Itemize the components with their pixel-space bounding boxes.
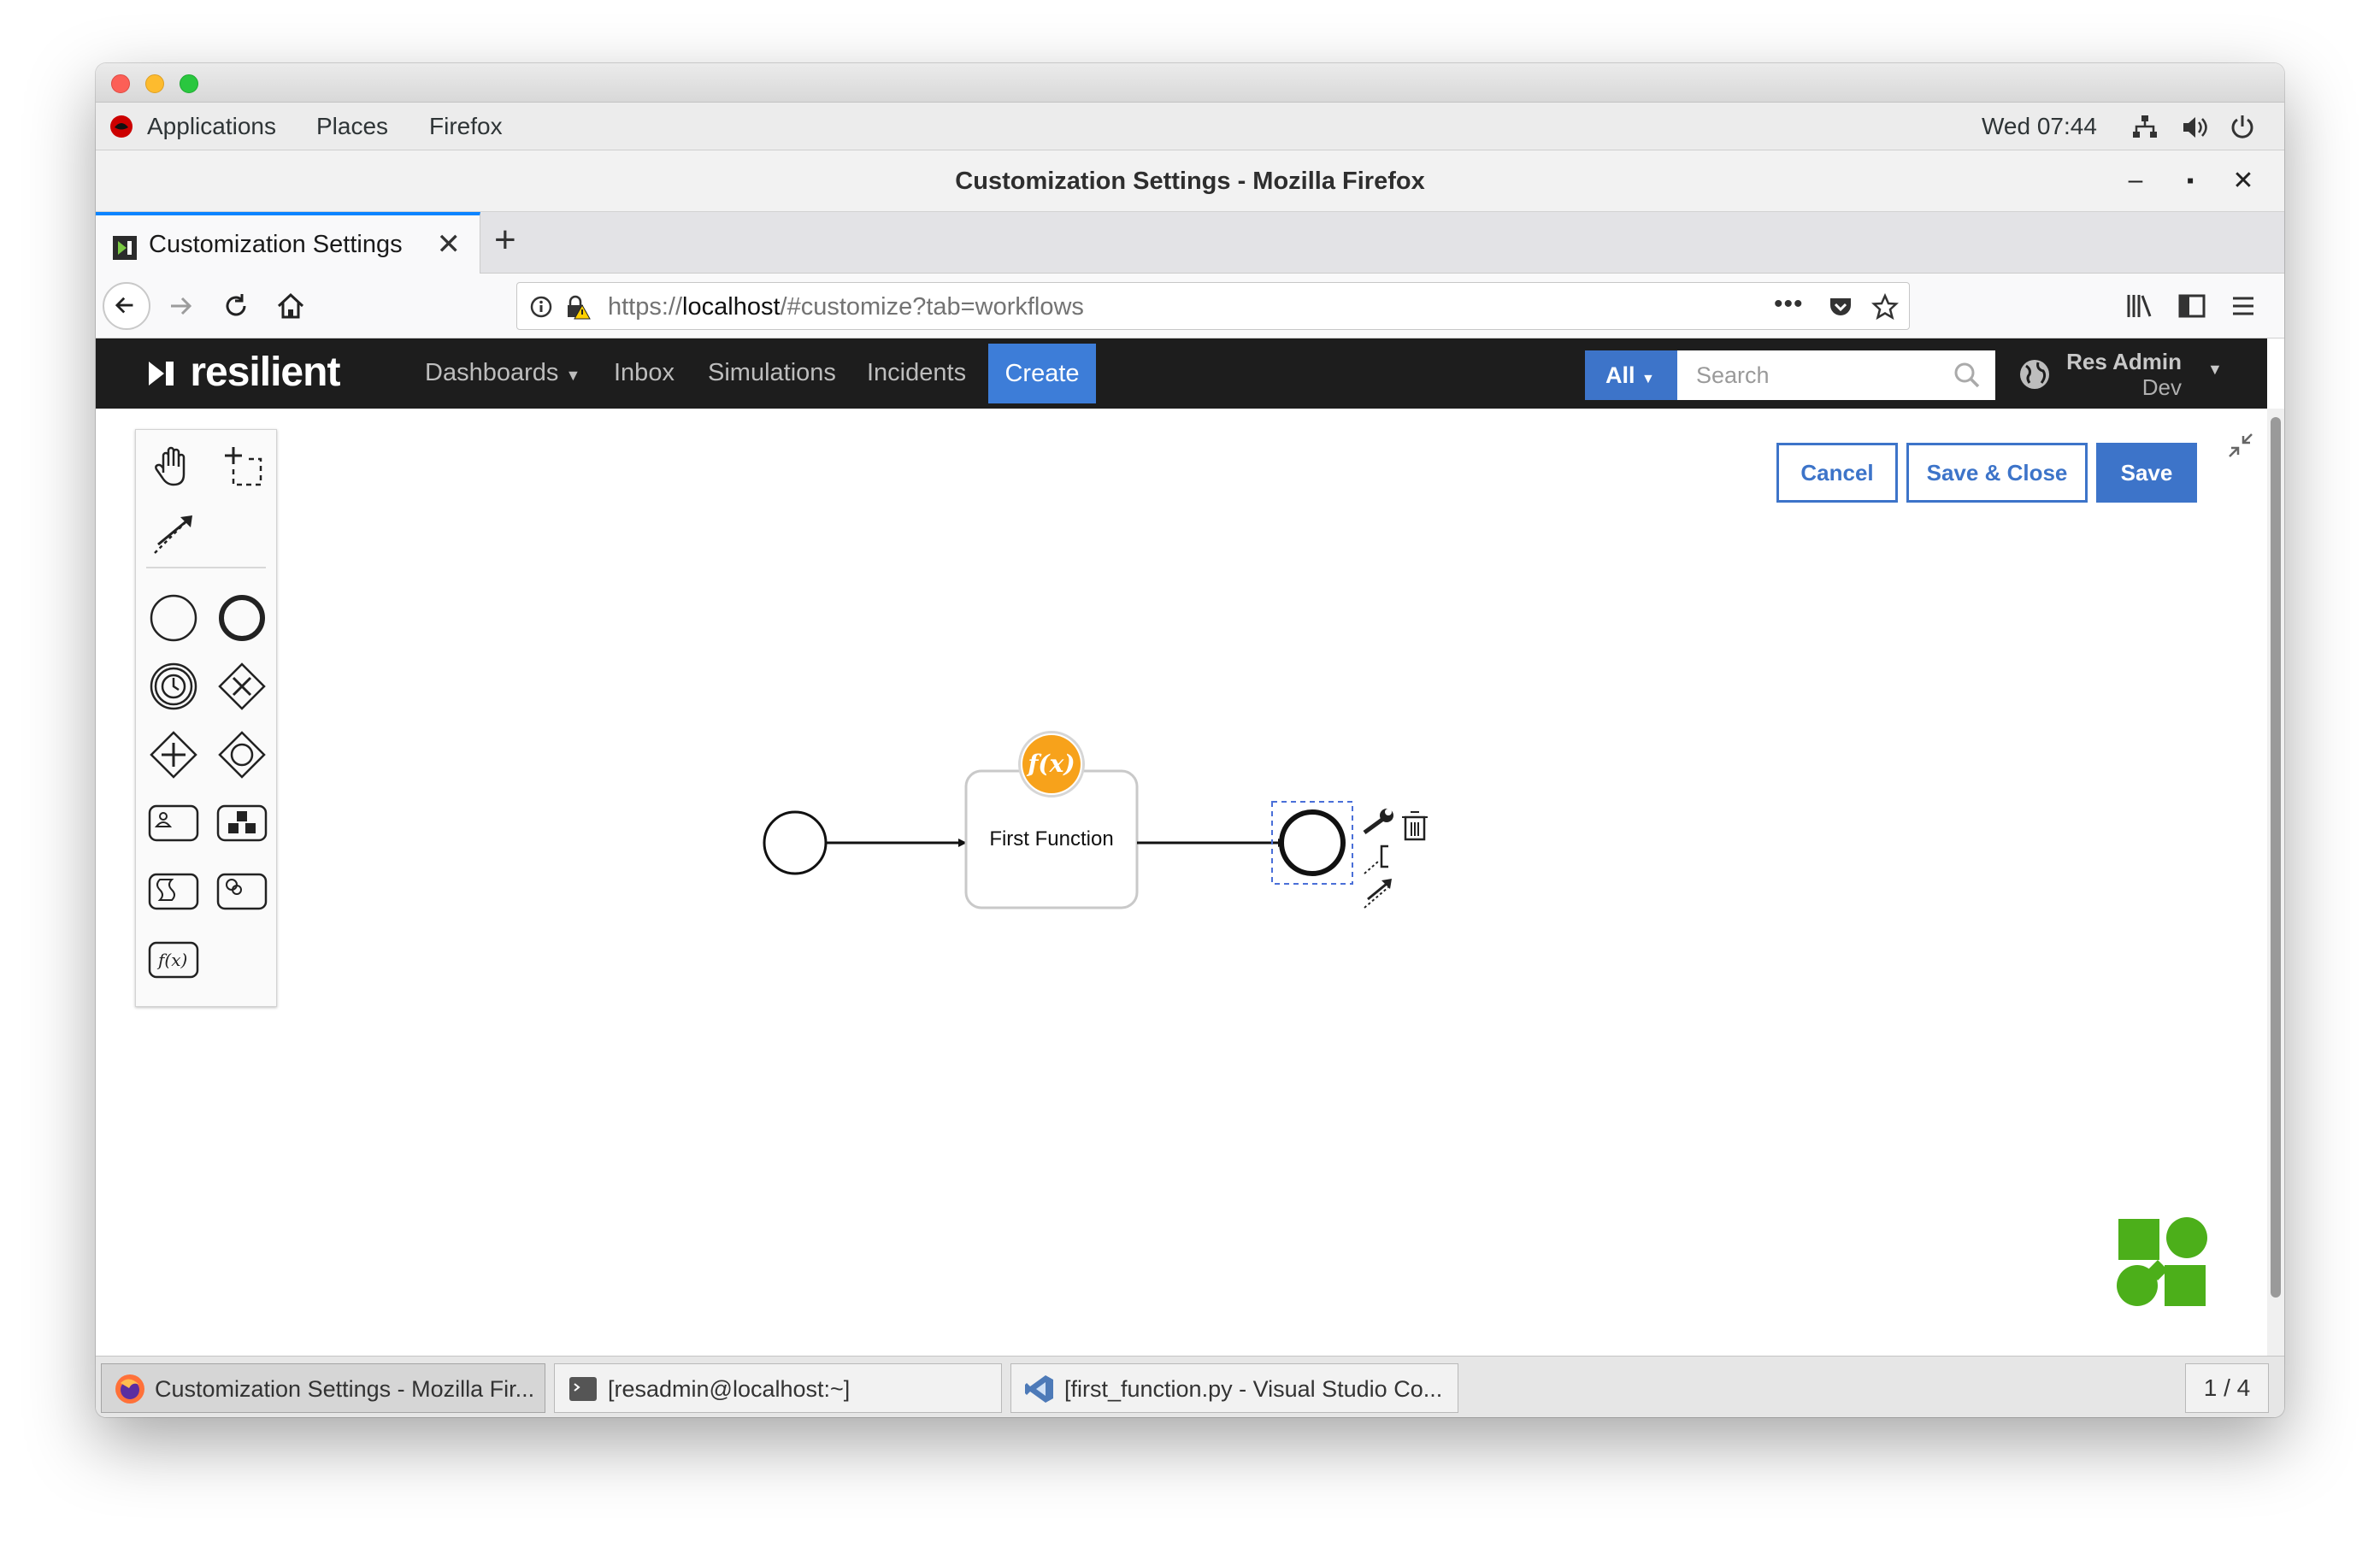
tab-close-icon[interactable]: ✕ <box>437 227 462 262</box>
nav-dashboards-label: Dashboards <box>425 359 559 386</box>
back-button[interactable] <box>103 282 150 330</box>
vscode-icon <box>1025 1375 1053 1403</box>
minimize-window-button[interactable] <box>145 74 164 93</box>
tab-customization-settings[interactable]: Customization Settings ✕ <box>96 212 480 274</box>
sidebar-icon[interactable] <box>2177 291 2207 321</box>
resilient-favicon-icon <box>113 236 137 260</box>
taskbar-label-terminal: [resadmin@localhost:~] <box>608 1376 851 1402</box>
window-title: Customization Settings - Mozilla Firefox <box>955 168 1425 195</box>
maximize-icon[interactable]: ▪ <box>2175 169 2206 193</box>
user-name: Res Admin <box>2066 349 2182 374</box>
firefox-icon <box>115 1374 144 1404</box>
scope-caret-icon: ▼ <box>1641 372 1655 386</box>
url-text: https://localhost/#customize?tab=workflo… <box>608 293 1084 321</box>
taskbar-item-vscode[interactable]: [first_function.py - Visual Studio Co... <box>1010 1363 1458 1413</box>
insecure-lock-icon[interactable] <box>563 293 591 321</box>
logo-mark-icon <box>149 362 174 386</box>
workflow-editor: f(x) Cancel Save & Close Save f(x) First… <box>96 409 2267 1356</box>
nav-inbox[interactable]: Inbox <box>614 359 675 387</box>
url-bar[interactable]: https://localhost/#customize?tab=workflo… <box>516 282 1910 330</box>
clock[interactable]: Wed 07:44 <box>1982 113 2097 140</box>
search-scope-dropdown[interactable]: All ▼ <box>1585 350 1677 400</box>
firefox-window-title-bar: Customization Settings - Mozilla Firefox… <box>96 150 2284 212</box>
pocket-icon[interactable] <box>1827 293 1854 321</box>
info-icon[interactable] <box>529 295 553 319</box>
search-input[interactable]: Search <box>1677 350 1995 400</box>
taskbar: Customization Settings - Mozilla Fir... … <box>96 1356 2284 1417</box>
menu-firefox[interactable]: Firefox <box>429 113 503 140</box>
nav-incidents[interactable]: Incidents <box>867 359 966 387</box>
create-button[interactable]: Create <box>988 344 1096 403</box>
search-scope-label: All <box>1605 362 1635 388</box>
home-icon[interactable] <box>275 291 306 321</box>
bookmark-star-icon[interactable] <box>1871 293 1899 321</box>
search-placeholder: Search <box>1696 362 1770 388</box>
taskbar-item-firefox[interactable]: Customization Settings - Mozilla Fir... <box>101 1363 545 1413</box>
taskbar-item-terminal[interactable]: [resadmin@localhost:~] <box>554 1363 1002 1413</box>
resilient-logo[interactable]: resilient <box>147 349 340 396</box>
connect-icon[interactable] <box>1364 879 1392 909</box>
tab-label: Customization Settings <box>149 231 403 258</box>
forward-arrow-icon[interactable] <box>166 291 197 321</box>
page-actions-icon[interactable]: ••• <box>1774 290 1804 319</box>
workflow-diagram <box>763 769 2207 1306</box>
minimize-icon[interactable]: ‒ <box>2120 166 2151 195</box>
tab-strip: Customization Settings ✕ + <box>96 212 2284 274</box>
task-label: First Function <box>989 827 1114 850</box>
reload-icon[interactable] <box>221 291 251 321</box>
gnome-top-bar: Applications Places Firefox Wed 07:44 <box>96 103 2284 150</box>
hamburger-menu-icon[interactable] <box>2228 291 2259 321</box>
user-caret-icon[interactable]: ▼ <box>2207 361 2223 379</box>
volume-icon[interactable] <box>2180 113 2209 142</box>
close-window-button[interactable] <box>111 74 130 93</box>
nav-simulations[interactable]: Simulations <box>708 359 836 387</box>
user-org: Dev <box>2141 374 2182 400</box>
close-icon[interactable]: ✕ <box>2228 166 2259 196</box>
navigation-toolbar: https://localhost/#customize?tab=workflo… <box>96 274 2284 338</box>
menu-places[interactable]: Places <box>316 113 388 140</box>
taskbar-label-firefox: Customization Settings - Mozilla Fir... <box>155 1376 535 1402</box>
network-icon[interactable] <box>2130 113 2159 142</box>
power-icon[interactable] <box>2228 113 2257 142</box>
workspace-pager[interactable]: 1 / 4 <box>2185 1363 2269 1413</box>
scrollbar-thumb[interactable] <box>2271 417 2281 1298</box>
logo-text: resilient <box>190 350 340 395</box>
user-menu[interactable]: Res Admin Dev <box>2062 349 2182 400</box>
back-arrow-icon <box>115 297 133 314</box>
green-logo-icon <box>2117 1217 2207 1306</box>
menu-applications[interactable]: Applications <box>147 113 276 140</box>
function-badge-icon: f(x) <box>1022 735 1081 793</box>
trash-icon[interactable] <box>1402 811 1428 841</box>
desktop-window: Applications Places Firefox Wed 07:44 Cu… <box>96 63 2284 1417</box>
nav-dashboards[interactable]: Dashboards ▼ <box>425 359 580 387</box>
globe-icon[interactable] <box>2018 357 2052 391</box>
taskbar-label-vscode: [first_function.py - Visual Studio Co... <box>1064 1376 1443 1402</box>
library-icon[interactable] <box>2124 291 2154 321</box>
search-icon[interactable] <box>1953 361 1982 390</box>
text-annotation-icon[interactable] <box>1364 845 1388 874</box>
wrench-icon[interactable] <box>1363 809 1393 835</box>
redhat-icon <box>110 115 133 138</box>
vertical-scrollbar[interactable] <box>2267 409 2284 1356</box>
app-header: resilient Dashboards ▼ Inbox Simulations… <box>96 338 2267 409</box>
dashboards-caret-icon: ▼ <box>565 367 581 384</box>
end-event[interactable] <box>1279 809 1346 876</box>
terminal-icon <box>569 1377 597 1401</box>
zoom-window-button[interactable] <box>180 74 198 93</box>
start-event[interactable] <box>763 810 828 875</box>
new-tab-icon[interactable]: + <box>494 219 516 262</box>
url-scheme: https:// <box>608 293 683 321</box>
url-host: localhost <box>682 293 781 321</box>
url-path: /#customize?tab=workflows <box>780 293 1084 321</box>
mac-title-bar <box>96 63 2284 103</box>
